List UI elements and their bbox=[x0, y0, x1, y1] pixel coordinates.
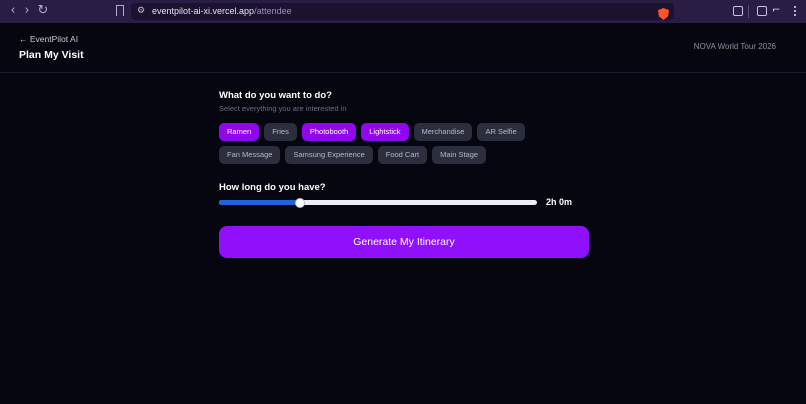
interest-chip-food-cart[interactable]: Food Cart bbox=[377, 146, 428, 164]
interest-chips: Ramen Fries Photobooth Lightstick Merchandis… bbox=[219, 123, 589, 164]
duration-heading: How long do you have? bbox=[219, 182, 326, 193]
page-title: Plan My Visit bbox=[19, 49, 84, 61]
interest-chip-photobooth[interactable]: Photobooth bbox=[301, 123, 357, 141]
interest-chip-fan-message[interactable]: Fan Message bbox=[219, 146, 281, 164]
site-settings-icon[interactable]: ⚙ bbox=[137, 6, 147, 16]
interest-chip-merchandise[interactable]: Merchandise bbox=[413, 123, 473, 141]
brave-shield-icon[interactable] bbox=[658, 8, 669, 20]
forward-arrow-icon[interactable]: › bbox=[20, 4, 34, 18]
address-bar[interactable]: ⚙ eventpilot-ai-xi.vercel.app/attendee bbox=[131, 3, 674, 20]
duration-slider[interactable] bbox=[219, 197, 537, 208]
interest-chip-samsung-experience[interactable]: Samsung Experience bbox=[285, 146, 373, 164]
duration-value: 2h 0m bbox=[546, 197, 573, 207]
menu-icon[interactable] bbox=[790, 4, 800, 18]
interest-chip-lightstick[interactable]: Lightstick bbox=[361, 123, 409, 141]
back-link[interactable]: ← EventPilot AI bbox=[19, 34, 78, 45]
browser-toolbar: ‹ › ↻ ⚙ eventpilot-ai-xi.vercel.app/atte… bbox=[0, 0, 806, 23]
toolbar-divider bbox=[748, 5, 749, 18]
page-header: ← EventPilot AI Plan My Visit NOVA World… bbox=[0, 23, 806, 73]
attendee-page: ← EventPilot AI Plan My Visit NOVA World… bbox=[0, 23, 806, 404]
url-text[interactable]: eventpilot-ai-xi.vercel.app/attendee bbox=[152, 5, 292, 18]
interests-subheading: Select everything you are interested in bbox=[219, 104, 347, 113]
duration-slider-fill bbox=[219, 200, 301, 205]
interest-chip-main-stage[interactable]: Main Stage bbox=[432, 146, 487, 164]
reader-mode-icon[interactable] bbox=[733, 6, 743, 16]
url-host: eventpilot-ai-xi.vercel.app bbox=[152, 6, 255, 16]
generate-itinerary-button[interactable]: Generate My Itinerary bbox=[219, 226, 589, 258]
interest-chip-fries[interactable]: Fries bbox=[264, 123, 297, 141]
reload-icon[interactable]: ↻ bbox=[36, 4, 50, 18]
tour-name: NOVA World Tour 2026 bbox=[693, 42, 776, 51]
duration-slider-thumb[interactable] bbox=[295, 197, 306, 208]
sidebar-icon[interactable] bbox=[757, 6, 767, 16]
bookmark-icon[interactable] bbox=[116, 5, 124, 16]
interest-chip-ramen[interactable]: Ramen bbox=[219, 123, 260, 141]
interests-heading: What do you want to do? bbox=[219, 90, 332, 101]
interest-chip-ar-selfie[interactable]: AR Selfie bbox=[477, 123, 525, 141]
back-arrow-icon[interactable]: ‹ bbox=[6, 4, 20, 18]
glasses-icon[interactable]: ⌐ bbox=[772, 5, 784, 17]
url-path: /attendee bbox=[254, 6, 292, 16]
